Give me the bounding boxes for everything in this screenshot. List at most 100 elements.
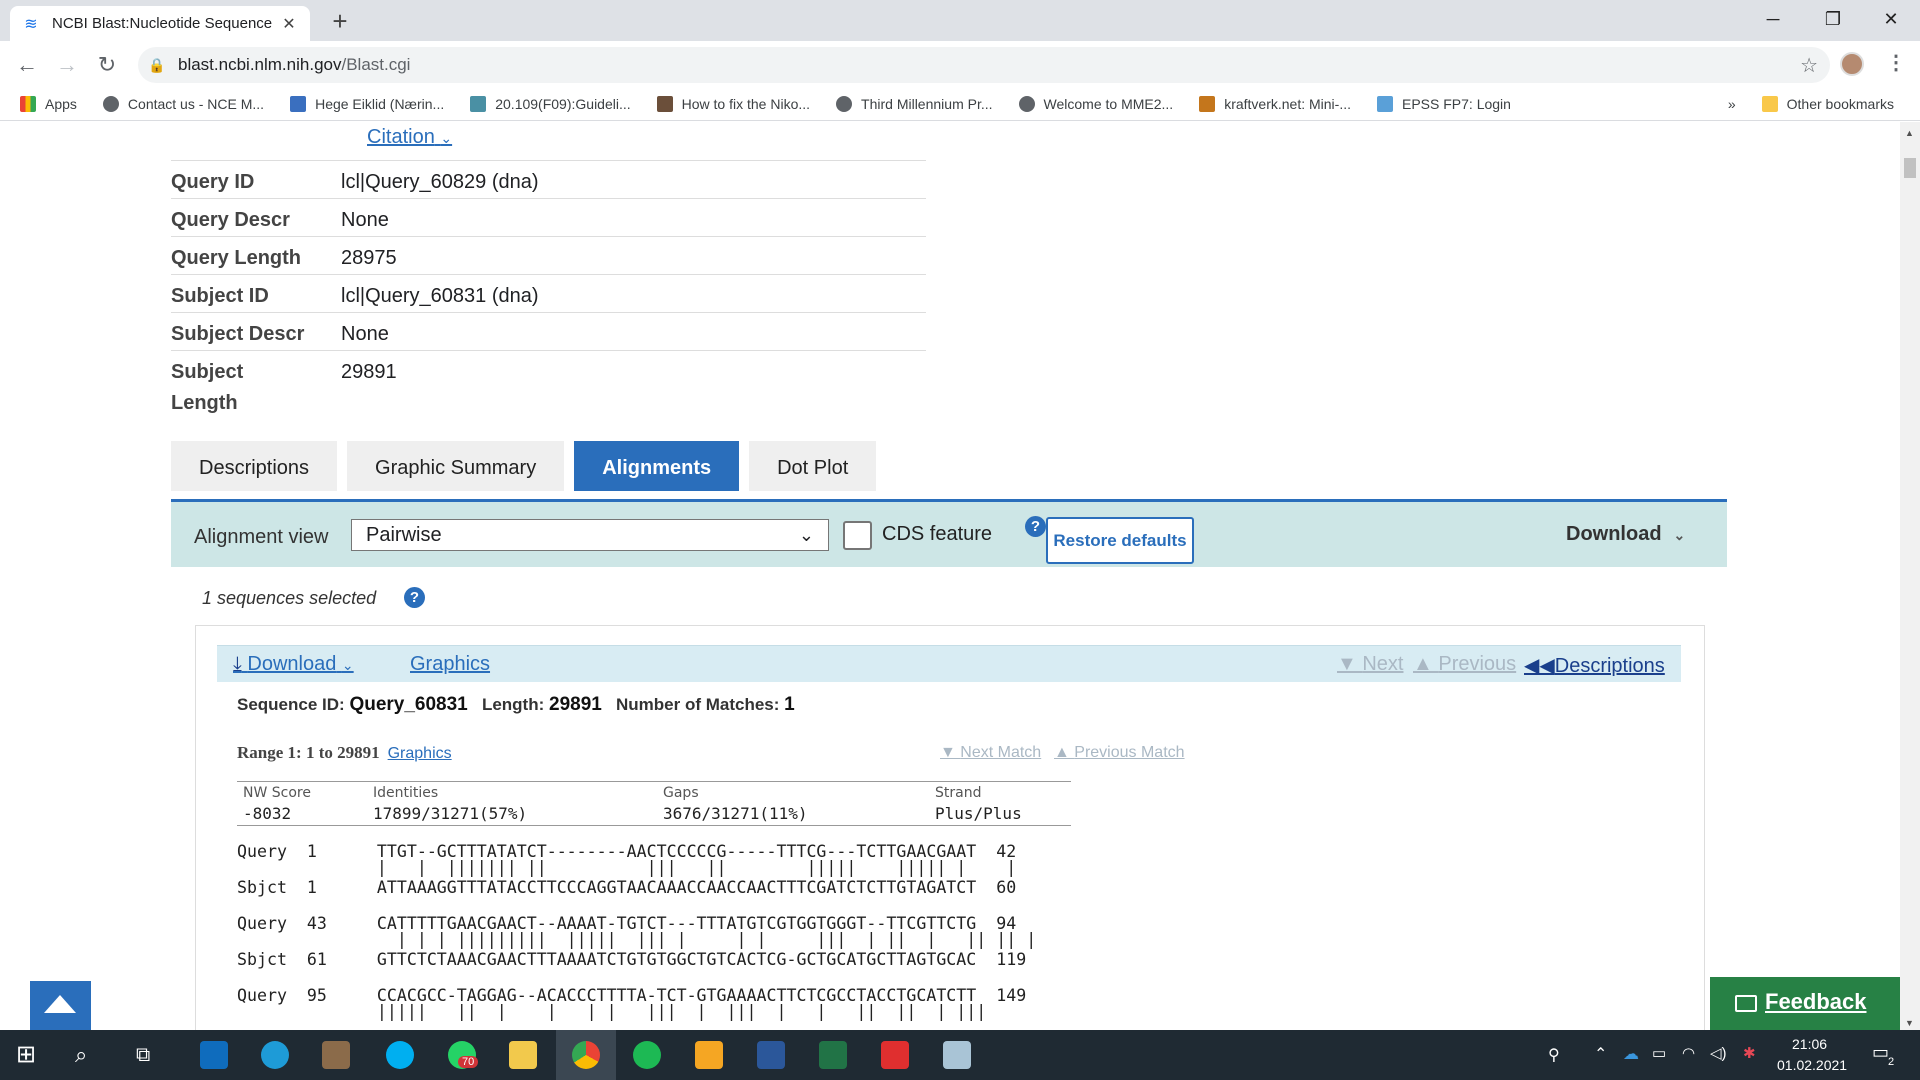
help-icon[interactable]: ? bbox=[404, 587, 425, 608]
restore-button[interactable]: ❐ bbox=[1804, 0, 1862, 38]
bookmark-item[interactable]: How to fix the Niko... bbox=[656, 96, 810, 112]
alignment-line: Sbjct 1 ATTAAAGGTTTATACCTTCCCAGGTAACAAAC… bbox=[237, 878, 1017, 897]
chevron-down-icon: ⌄ bbox=[1673, 527, 1686, 543]
bookmark-item[interactable]: Contact us - NCE M... bbox=[102, 96, 264, 112]
feedback-button[interactable]: Feedback bbox=[1710, 977, 1900, 1030]
tab-title: NCBI Blast:Nucleotide Sequence bbox=[52, 15, 273, 32]
feedback-icon bbox=[1735, 995, 1757, 1012]
url-bar[interactable]: 🔒 blast.ncbi.nlm.nih.gov/Blast.cgi ☆ bbox=[138, 47, 1830, 83]
info-row: Query Descr None bbox=[171, 198, 926, 236]
task-view-icon[interactable]: ⧉ bbox=[136, 1041, 164, 1069]
bookmarks-bar: Apps Contact us - NCE M... Hege Eiklid (… bbox=[0, 88, 1920, 121]
sequence-length: 29891 bbox=[549, 694, 602, 715]
people-icon[interactable]: ⚲ bbox=[1548, 1045, 1560, 1065]
folder-icon bbox=[1761, 96, 1778, 112]
battery-icon[interactable]: ▭ bbox=[1652, 1044, 1666, 1062]
next-link[interactable]: ▼ Next bbox=[1337, 653, 1403, 676]
alignment-match-bars: | | | ||||||||| ||||| ||| | | | ||| | ||… bbox=[237, 930, 1037, 949]
result-tabs: Descriptions Graphic Summary Alignments … bbox=[171, 441, 886, 491]
chevron-down-icon: ⌄ bbox=[798, 525, 814, 545]
alignment-view-select[interactable]: Pairwise ⌄ bbox=[351, 519, 829, 551]
tab-dot-plot[interactable]: Dot Plot bbox=[749, 441, 877, 491]
new-tab-button[interactable]: + bbox=[325, 6, 355, 36]
tab-alignments[interactable]: Alignments bbox=[574, 441, 740, 491]
browser-tab-strip: ≋ NCBI Blast:Nucleotide Sequence ✕ + ─ ❐… bbox=[0, 0, 1920, 41]
previous-match-link[interactable]: ▲ Previous Match bbox=[1054, 744, 1185, 762]
info-row: Subject ID lcl|Query_60831 (dna) bbox=[171, 274, 926, 312]
bookmark-item[interactable]: Welcome to MME2... bbox=[1018, 96, 1173, 112]
bookmark-item[interactable]: Hege Eiklid (Nærin... bbox=[290, 96, 444, 112]
info-row: Query ID lcl|Query_60829 (dna) bbox=[171, 160, 926, 198]
alignment-match-bars: | | ||||||| || ||| || ||||| ||||| | | bbox=[237, 858, 1017, 877]
selected-count: 1 sequences selected bbox=[202, 588, 377, 608]
scroll-up-icon[interactable]: ▲ bbox=[1905, 128, 1914, 138]
sequence-summary: Sequence ID: Query_60831 Length: 29891 N… bbox=[237, 694, 795, 715]
query-info-table: Query ID lcl|Query_60829 (dna) Query Desc… bbox=[171, 160, 926, 419]
range-graphics-link[interactable]: Graphics bbox=[388, 745, 452, 762]
app-icon[interactable] bbox=[695, 1041, 723, 1069]
alignment-line: Sbjct 61 GTTCTCTAAACGAACTTTAAAATCTGTGTGG… bbox=[237, 950, 1027, 969]
security-icon[interactable]: ✱ bbox=[1743, 1044, 1756, 1062]
url-path: /Blast.cgi bbox=[341, 55, 411, 74]
next-match-link[interactable]: ▼ Next Match bbox=[940, 744, 1041, 762]
bookmark-item[interactable]: Third Millennium Pr... bbox=[836, 96, 993, 112]
other-bookmarks[interactable]: Other bookmarks bbox=[1761, 96, 1894, 112]
alignment-toolbar: Alignment view Pairwise ⌄ CDS feature ? R… bbox=[171, 502, 1727, 567]
back-to-top-button[interactable] bbox=[30, 981, 91, 1030]
bookmark-item[interactable]: EPSS FP7: Login bbox=[1377, 96, 1511, 112]
citation-link[interactable]: Citation ⌄ bbox=[367, 126, 452, 149]
close-window-button[interactable]: ✕ bbox=[1862, 0, 1920, 38]
cds-feature-checkbox[interactable] bbox=[843, 521, 872, 550]
tab-graphic-summary[interactable]: Graphic Summary bbox=[347, 441, 565, 491]
clock-date[interactable]: 01.02.2021 bbox=[1777, 1057, 1847, 1073]
bookmark-apps[interactable]: Apps bbox=[20, 96, 77, 112]
tray-expand-icon[interactable]: ⌃ bbox=[1594, 1044, 1607, 1064]
outlook-icon[interactable] bbox=[200, 1041, 228, 1069]
onedrive-icon[interactable]: ☁ bbox=[1623, 1044, 1639, 1064]
wifi-icon[interactable]: ◠ bbox=[1682, 1044, 1695, 1062]
browser-menu-icon[interactable]: ⋮ bbox=[1886, 50, 1906, 75]
globe-icon bbox=[1018, 96, 1035, 112]
lock-icon: 🔒 bbox=[148, 56, 166, 73]
minimize-button[interactable]: ─ bbox=[1744, 0, 1802, 38]
app-icon[interactable] bbox=[322, 1041, 350, 1069]
help-icon[interactable]: ? bbox=[1025, 516, 1046, 537]
back-arrow-icon[interactable]: ← bbox=[12, 50, 42, 80]
descriptions-link[interactable]: ◀◀Descriptions bbox=[1524, 653, 1665, 678]
chrome-icon[interactable] bbox=[572, 1041, 600, 1069]
profile-avatar[interactable] bbox=[1840, 52, 1864, 76]
spotify-icon[interactable] bbox=[633, 1041, 661, 1069]
scroll-thumb[interactable] bbox=[1904, 158, 1916, 178]
scroll-down-icon[interactable]: ▼ bbox=[1905, 1018, 1914, 1028]
acrobat-icon[interactable] bbox=[881, 1041, 909, 1069]
app-icon[interactable] bbox=[943, 1041, 971, 1069]
forward-arrow-icon[interactable]: → bbox=[52, 50, 82, 80]
reload-icon[interactable]: ↻ bbox=[92, 50, 122, 80]
tab-descriptions[interactable]: Descriptions bbox=[171, 441, 338, 491]
page-scrollbar[interactable]: ▲ ▼ bbox=[1900, 122, 1920, 1030]
excel-icon[interactable] bbox=[819, 1041, 847, 1069]
volume-icon[interactable]: ◁) bbox=[1710, 1044, 1727, 1062]
bookmarks-overflow-button[interactable]: » bbox=[1728, 96, 1736, 112]
range-line: Range 1: 1 to 29891 Graphics bbox=[237, 743, 452, 762]
bookmark-star-icon[interactable]: ☆ bbox=[1800, 53, 1818, 78]
result-download-link[interactable]: ⤓ Download ⌄ bbox=[233, 653, 354, 676]
search-icon[interactable]: ⌕ bbox=[75, 1041, 103, 1069]
restore-defaults-button[interactable]: Restore defaults bbox=[1046, 517, 1194, 564]
browser-tab[interactable]: ≋ NCBI Blast:Nucleotide Sequence ✕ bbox=[10, 6, 310, 41]
url-host: blast.ncbi.nlm.nih.gov bbox=[178, 55, 342, 74]
notifications-icon[interactable]: ▭ bbox=[1872, 1042, 1889, 1063]
result-graphics-link[interactable]: Graphics bbox=[410, 653, 490, 676]
edge-icon[interactable] bbox=[261, 1041, 289, 1069]
tab-close-icon[interactable]: ✕ bbox=[280, 14, 298, 34]
match-count: 1 bbox=[784, 694, 795, 715]
word-icon[interactable] bbox=[757, 1041, 785, 1069]
windows-start-icon[interactable]: ⊞ bbox=[16, 1041, 44, 1069]
skype-icon[interactable] bbox=[386, 1041, 414, 1069]
bookmark-item[interactable]: kraftverk.net: Mini-... bbox=[1199, 96, 1351, 112]
previous-link[interactable]: ▲ Previous bbox=[1413, 653, 1516, 676]
file-explorer-icon[interactable] bbox=[509, 1041, 537, 1069]
clock-time[interactable]: 21:06 bbox=[1792, 1036, 1827, 1052]
toolbar-download-button[interactable]: Download ⌄ bbox=[1566, 523, 1685, 546]
bookmark-item[interactable]: 20.109(F09):Guideli... bbox=[470, 96, 631, 112]
